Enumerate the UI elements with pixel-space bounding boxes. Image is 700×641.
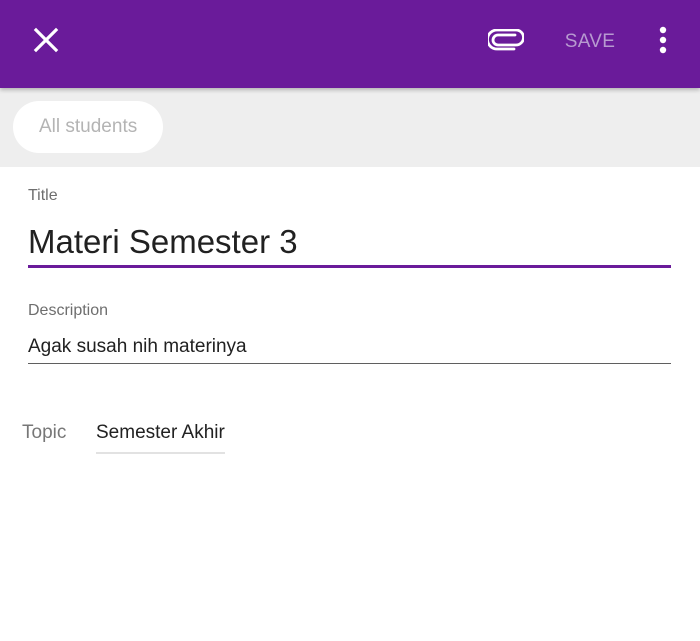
save-button[interactable]: SAVE (552, 22, 628, 62)
attach-button[interactable] (482, 18, 530, 66)
app-bar: SAVE (0, 0, 700, 88)
more-vert-icon (659, 26, 667, 59)
description-field[interactable]: Agak susah nih materinya (28, 334, 671, 364)
close-icon (33, 27, 59, 58)
title-label: Title (28, 187, 58, 204)
topic-label: Topic (22, 422, 67, 443)
description-label: Description (28, 302, 109, 319)
recipients-bar: All students (0, 88, 700, 167)
topic-dropdown[interactable]: Semester Akhir (96, 420, 225, 454)
more-options-button[interactable] (640, 18, 686, 66)
recipients-chip[interactable]: All students (13, 101, 164, 153)
title-field[interactable]: Materi Semester 3 (28, 220, 671, 268)
attachment-icon (486, 28, 525, 56)
close-button[interactable] (22, 18, 70, 66)
